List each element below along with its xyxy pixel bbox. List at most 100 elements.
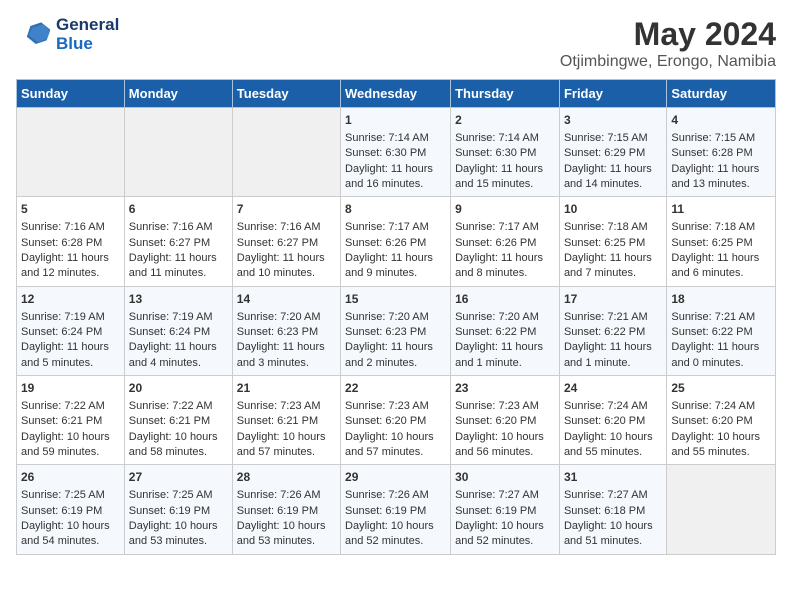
- calendar-cell: 29Sunrise: 7:26 AMSunset: 6:19 PMDayligh…: [341, 465, 451, 554]
- daylight-text: Daylight: 10 hours and 54 minutes.: [21, 520, 110, 547]
- daylight-text: Daylight: 11 hours and 6 minutes.: [671, 252, 759, 279]
- calendar-cell: 30Sunrise: 7:27 AMSunset: 6:19 PMDayligh…: [451, 465, 560, 554]
- sunset-text: Sunset: 6:27 PM: [237, 237, 318, 249]
- calendar-cell: [232, 108, 340, 197]
- day-number: 21: [237, 380, 336, 397]
- sunrise-text: Sunrise: 7:18 AM: [564, 221, 648, 233]
- daylight-text: Daylight: 11 hours and 14 minutes.: [564, 163, 652, 190]
- sunset-text: Sunset: 6:20 PM: [564, 415, 645, 427]
- day-number: 7: [237, 201, 336, 218]
- calendar-week-row: 26 Sunrise: 7:25 AM Sunset: 6:19 PM Dayligh…: [17, 465, 776, 554]
- day-number: 3: [564, 112, 662, 129]
- calendar-cell: 13 Sunrise: 7:19 AM Sunset: 6:24 PM Dayligh…: [124, 286, 232, 375]
- sunrise-text: Sunrise: 7:27 AM: [564, 489, 648, 501]
- daylight-text: Daylight: 11 hours and 13 minutes.: [671, 163, 759, 190]
- sunrise-text: Sunrise: 7:20 AM: [237, 311, 321, 323]
- daylight-text: Daylight: 11 hours and 8 minutes.: [455, 252, 543, 279]
- sunset-text: Sunset: 6:22 PM: [455, 326, 536, 338]
- sunrise-text: Sunrise: 7:21 AM: [671, 311, 755, 323]
- daylight-text: Daylight: 11 hours and 4 minutes.: [129, 341, 217, 368]
- title-block: May 2024 Otjimbingwe, Erongo, Namibia: [560, 16, 776, 71]
- sunset-text: Sunset: 6:18 PM: [564, 505, 645, 517]
- calendar-cell: 8Sunrise: 7:17 AMSunset: 6:26 PMDaylight…: [341, 197, 451, 286]
- day-number: 4: [671, 112, 771, 129]
- calendar-cell: 26Sunrise: 7:25 AMSunset: 6:19 PMDayligh…: [17, 465, 125, 554]
- calendar-cell: 11Sunrise: 7:18 AMSunset: 6:25 PMDayligh…: [667, 197, 776, 286]
- calendar-cell: 25Sunrise: 7:24 AMSunset: 6:20 PMDayligh…: [667, 376, 776, 465]
- weekday-header-saturday: Saturday: [667, 80, 776, 108]
- calendar-cell: 21Sunrise: 7:23 AMSunset: 6:21 PMDayligh…: [232, 376, 340, 465]
- sunset-text: Sunset: 6:21 PM: [21, 415, 102, 427]
- daylight-text: Daylight: 11 hours and 3 minutes.: [237, 341, 325, 368]
- sunrise-text: Sunrise: 7:24 AM: [671, 400, 755, 412]
- daylight-text: Daylight: 10 hours and 58 minutes.: [129, 431, 218, 458]
- calendar-cell: 20 Sunrise: 7:22 AM Sunset: 6:21 PM Dayligh…: [124, 376, 232, 465]
- day-number: 28: [237, 469, 336, 486]
- sunrise-text: Sunrise: 7:19 AM: [129, 311, 213, 323]
- day-number: 22: [345, 380, 446, 397]
- weekday-header-wednesday: Wednesday: [341, 80, 451, 108]
- weekday-header-friday: Friday: [559, 80, 666, 108]
- weekday-header-monday: Monday: [124, 80, 232, 108]
- day-number: 26: [21, 469, 120, 486]
- daylight-text: Daylight: 10 hours and 53 minutes.: [129, 520, 218, 547]
- calendar-week-row: 1Sunrise: 7:14 AMSunset: 6:30 PMDaylight…: [17, 108, 776, 197]
- day-number: 6: [129, 201, 228, 218]
- day-number: 20: [129, 380, 228, 397]
- sunrise-text: Sunrise: 7:22 AM: [21, 400, 105, 412]
- day-number: 5: [21, 201, 120, 218]
- calendar-cell: 4Sunrise: 7:15 AMSunset: 6:28 PMDaylight…: [667, 108, 776, 197]
- sunset-text: Sunset: 6:22 PM: [564, 326, 645, 338]
- daylight-text: Daylight: 10 hours and 59 minutes.: [21, 431, 110, 458]
- sunset-text: Sunset: 6:28 PM: [671, 147, 752, 159]
- day-number: 9: [455, 201, 555, 218]
- day-number: 10: [564, 201, 662, 218]
- day-number: 13: [129, 291, 228, 308]
- sunset-text: Sunset: 6:20 PM: [671, 415, 752, 427]
- sunset-text: Sunset: 6:24 PM: [129, 326, 210, 338]
- sunrise-text: Sunrise: 7:21 AM: [564, 311, 648, 323]
- sunset-text: Sunset: 6:30 PM: [455, 147, 536, 159]
- sunrise-text: Sunrise: 7:23 AM: [455, 400, 539, 412]
- sunrise-text: Sunrise: 7:17 AM: [455, 221, 539, 233]
- calendar-cell: 16Sunrise: 7:20 AMSunset: 6:22 PMDayligh…: [451, 286, 560, 375]
- sunrise-text: Sunrise: 7:16 AM: [129, 221, 213, 233]
- day-number: 14: [237, 291, 336, 308]
- daylight-text: Daylight: 11 hours and 1 minute.: [455, 341, 543, 368]
- day-number: 19: [21, 380, 120, 397]
- sunrise-text: Sunrise: 7:14 AM: [455, 132, 539, 144]
- daylight-text: Daylight: 11 hours and 11 minutes.: [129, 252, 217, 279]
- sunset-text: Sunset: 6:21 PM: [129, 415, 210, 427]
- sunrise-text: Sunrise: 7:23 AM: [345, 400, 429, 412]
- sunset-text: Sunset: 6:19 PM: [455, 505, 536, 517]
- sunrise-text: Sunrise: 7:25 AM: [21, 489, 105, 501]
- calendar-cell: 31Sunrise: 7:27 AMSunset: 6:18 PMDayligh…: [559, 465, 666, 554]
- calendar-cell: 9Sunrise: 7:17 AMSunset: 6:26 PMDaylight…: [451, 197, 560, 286]
- calendar-cell: 27Sunrise: 7:25 AMSunset: 6:19 PMDayligh…: [124, 465, 232, 554]
- sunrise-text: Sunrise: 7:19 AM: [21, 311, 105, 323]
- sunset-text: Sunset: 6:20 PM: [345, 415, 426, 427]
- calendar-cell: [17, 108, 125, 197]
- subtitle: Otjimbingwe, Erongo, Namibia: [560, 53, 776, 71]
- calendar-cell: 18Sunrise: 7:21 AMSunset: 6:22 PMDayligh…: [667, 286, 776, 375]
- weekday-header-tuesday: Tuesday: [232, 80, 340, 108]
- sunrise-text: Sunrise: 7:25 AM: [129, 489, 213, 501]
- sunset-text: Sunset: 6:25 PM: [564, 237, 645, 249]
- daylight-text: Daylight: 11 hours and 7 minutes.: [564, 252, 652, 279]
- calendar-week-row: 19 Sunrise: 7:22 AM Sunset: 6:21 PM Dayligh…: [17, 376, 776, 465]
- sunset-text: Sunset: 6:23 PM: [237, 326, 318, 338]
- daylight-text: Daylight: 11 hours and 9 minutes.: [345, 252, 433, 279]
- calendar-week-row: 5Sunrise: 7:16 AMSunset: 6:28 PMDaylight…: [17, 197, 776, 286]
- day-number: 11: [671, 201, 771, 218]
- day-number: 31: [564, 469, 662, 486]
- sunset-text: Sunset: 6:27 PM: [129, 237, 210, 249]
- daylight-text: Daylight: 11 hours and 16 minutes.: [345, 163, 433, 190]
- day-number: 30: [455, 469, 555, 486]
- sunrise-text: Sunrise: 7:16 AM: [21, 221, 105, 233]
- sunset-text: Sunset: 6:25 PM: [671, 237, 752, 249]
- day-number: 2: [455, 112, 555, 129]
- logo: General Blue: [16, 16, 119, 53]
- sunrise-text: Sunrise: 7:17 AM: [345, 221, 429, 233]
- day-number: 29: [345, 469, 446, 486]
- sunrise-text: Sunrise: 7:22 AM: [129, 400, 213, 412]
